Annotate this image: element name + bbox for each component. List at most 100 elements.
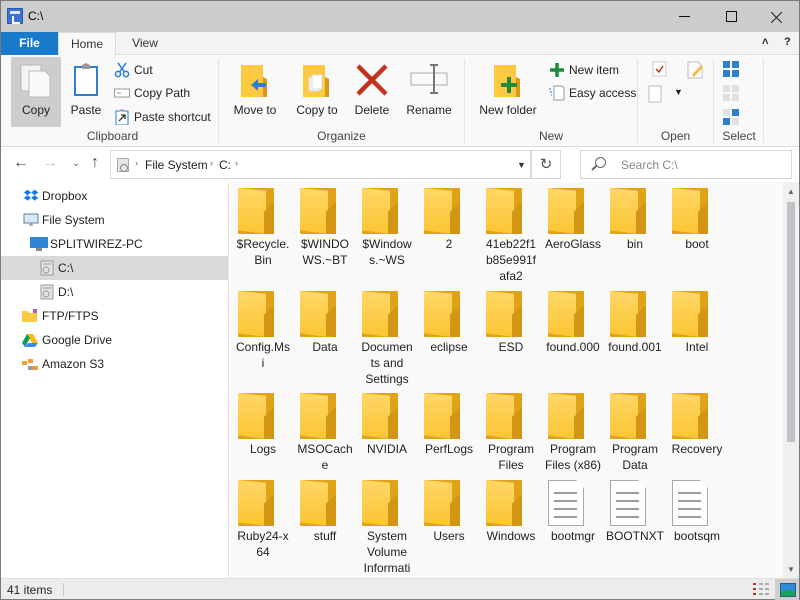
tab-home[interactable]: Home <box>58 32 116 56</box>
breadcrumb-file-system[interactable]: File System <box>145 158 208 172</box>
collapse-ribbon-button[interactable]: ˄ <box>762 36 768 48</box>
folder-item[interactable]: $Window s.~WS <box>356 184 418 283</box>
open-dropdown-button[interactable]: ▼ <box>648 85 684 105</box>
folder-item[interactable]: PerfLogs <box>418 389 480 472</box>
folder-item[interactable]: Users <box>418 476 480 578</box>
recent-locations-button[interactable]: ⌄ <box>72 158 80 169</box>
folder-item[interactable]: Logs <box>232 389 294 472</box>
sidebar-item-d-drive[interactable]: D:\ <box>1 280 228 304</box>
folder-item[interactable]: Recovery <box>666 389 728 472</box>
folder-item[interactable]: AeroGlass <box>542 184 604 283</box>
folder-item[interactable]: MSOCach e <box>294 389 356 472</box>
sidebar-item-label: Google Drive <box>42 333 113 347</box>
tab-file[interactable]: File <box>1 32 58 55</box>
folder-item[interactable]: ESD <box>480 287 542 385</box>
easy-access-label: Easy access <box>569 86 637 100</box>
sidebar-item-amazon-s3[interactable]: Amazon S3 <box>1 352 228 376</box>
sidebar-item-c-drive[interactable]: C:\ <box>1 256 228 280</box>
file-name: Logs <box>230 441 296 457</box>
breadcrumb-separator[interactable]: › <box>235 158 238 168</box>
scroll-up-arrow-icon[interactable]: ▲ <box>787 187 795 196</box>
cut-button[interactable]: Cut <box>114 59 153 81</box>
sidebar-item-splitwirez-pc[interactable]: SPLITWIREZ-PC <box>1 232 228 256</box>
refresh-button[interactable]: ↻ <box>531 150 561 179</box>
breadcrumb-c-drive[interactable]: C: <box>219 158 231 172</box>
select-all-button[interactable] <box>723 61 739 80</box>
file-name: 2 <box>416 236 482 252</box>
close-button[interactable] <box>754 1 800 32</box>
file-name-line: Program <box>549 442 596 456</box>
edit-button[interactable] <box>686 61 706 81</box>
file-name-line: NVIDIA <box>366 442 407 456</box>
back-button[interactable]: ← <box>13 154 29 172</box>
sidebar-item-file-system[interactable]: File System <box>1 208 228 232</box>
properties-button[interactable] <box>652 61 672 81</box>
vertical-scrollbar[interactable]: ▲ ▼ <box>783 182 799 578</box>
folder-icon <box>672 188 708 234</box>
paste-shortcut-button[interactable]: Paste shortcut <box>114 106 211 128</box>
sidebar-item-google-drive[interactable]: Google Drive <box>1 328 228 352</box>
easy-access-button[interactable]: Easy access <box>549 82 636 104</box>
file-name: Intel <box>664 339 730 355</box>
maximize-button[interactable] <box>708 1 754 32</box>
up-button[interactable]: ↑ <box>91 154 99 172</box>
new-item-button[interactable]: New item <box>549 59 619 81</box>
group-divider <box>763 59 764 143</box>
folder-item[interactable]: found.000 <box>542 287 604 385</box>
invert-selection-button[interactable] <box>723 109 739 128</box>
file-name-line: BOOTNXT <box>605 529 664 543</box>
delete-button[interactable]: Delete <box>347 57 397 127</box>
folder-item[interactable]: stuff <box>294 476 356 578</box>
file-name-line: 2 <box>445 237 453 251</box>
breadcrumb-separator[interactable]: › <box>210 158 213 168</box>
folder-item[interactable]: $Recycle. Bin <box>232 184 294 283</box>
folder-item[interactable]: Data <box>294 287 356 385</box>
folder-item[interactable]: Program Files (x86) <box>542 389 604 472</box>
copy-path-button[interactable]: Copy Path <box>114 82 190 104</box>
scrollbar-thumb[interactable] <box>787 202 795 442</box>
file-name: NVIDIA <box>354 441 420 457</box>
paste-button[interactable]: Paste <box>65 57 107 127</box>
minimize-button[interactable] <box>661 1 707 32</box>
folder-item[interactable]: $WINDO WS.~BT <box>294 184 356 283</box>
breadcrumb-separator[interactable]: › <box>135 158 138 168</box>
folder-item[interactable]: found.001 <box>604 287 666 385</box>
tab-view[interactable]: View <box>119 32 171 55</box>
file-item[interactable]: BOOTNXT <box>604 476 666 578</box>
folder-item[interactable]: Config.Ms i <box>232 287 294 385</box>
copy-icon <box>20 64 51 98</box>
sidebar-item-dropbox[interactable]: Dropbox <box>1 184 228 208</box>
file-item[interactable]: bootsqm <box>666 476 728 578</box>
address-dropdown-icon[interactable]: ▼ <box>517 160 526 170</box>
scroll-down-arrow-icon[interactable]: ▼ <box>787 565 795 574</box>
search-input[interactable]: Search C:\ <box>580 150 792 179</box>
help-button[interactable]: ? <box>784 36 791 48</box>
folder-item[interactable]: 41eb22f1 b85e991f afa2 <box>480 184 542 283</box>
navigation-pane: Dropbox File System SPLITWIREZ-PC C:\ D:… <box>1 182 229 578</box>
copy-button[interactable]: Copy <box>11 57 61 127</box>
move-to-button[interactable]: Move to <box>227 57 283 127</box>
rename-button[interactable]: Rename <box>401 57 457 127</box>
address-bar[interactable]: › File System › C: › ▼ <box>110 150 531 179</box>
folder-item[interactable]: Intel <box>666 287 728 385</box>
copy-to-button[interactable]: Copy to <box>289 57 345 127</box>
forward-button[interactable]: → <box>42 154 58 172</box>
folder-item[interactable]: SystemVolumeInformation <box>356 476 418 578</box>
sidebar-item-ftp[interactable]: FTP/FTPS <box>1 304 228 328</box>
folder-item[interactable]: Ruby24-x 64 <box>232 476 294 578</box>
folder-item[interactable]: Program Data <box>604 389 666 472</box>
new-folder-button[interactable]: New folder <box>475 57 541 127</box>
folder-item[interactable]: 2 <box>418 184 480 283</box>
details-view-button[interactable] <box>753 582 769 597</box>
select-none-button[interactable] <box>723 85 739 104</box>
document-icon <box>548 480 584 526</box>
folder-item[interactable]: NVIDIA <box>356 389 418 472</box>
folder-item[interactable]: eclipse <box>418 287 480 385</box>
folder-item[interactable]: Documen ts and Settings <box>356 287 418 386</box>
folder-item[interactable]: Windows <box>480 476 542 578</box>
folder-item[interactable]: bin <box>604 184 666 283</box>
folder-item[interactable]: boot <box>666 184 728 283</box>
folder-item[interactable]: Program Files <box>480 389 542 472</box>
large-icons-view-button[interactable] <box>775 579 799 600</box>
file-item[interactable]: bootmgr <box>542 476 604 578</box>
